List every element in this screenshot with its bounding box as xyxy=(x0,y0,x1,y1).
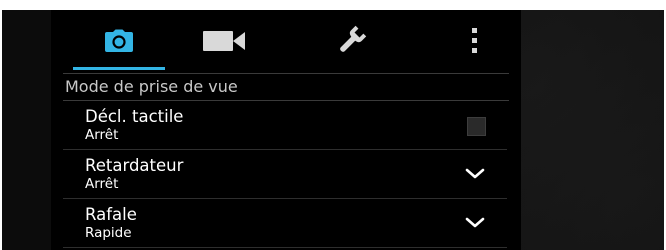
camera-settings-panel: Mode de prise de vue Décl. tactile Arrêt… xyxy=(51,10,521,250)
setting-value: Arrêt xyxy=(85,127,119,143)
setting-row-burst[interactable]: Rafale Rapide xyxy=(63,199,507,248)
chevron-down-icon[interactable] xyxy=(463,164,487,184)
tab-photo[interactable] xyxy=(77,10,161,72)
section-header: Mode de prise de vue xyxy=(63,73,509,101)
setting-title: Retardateur xyxy=(85,156,184,175)
video-camera-icon xyxy=(203,31,245,51)
touch-shutter-checkbox[interactable] xyxy=(467,117,486,136)
setting-row-self-timer[interactable]: Retardateur Arrêt xyxy=(63,150,507,199)
tab-video[interactable] xyxy=(182,10,266,72)
settings-tab-bar xyxy=(51,10,521,72)
setting-title: Décl. tactile xyxy=(85,107,184,126)
setting-title: Rafale xyxy=(85,205,137,224)
setting-value: Rapide xyxy=(85,225,132,241)
active-tab-indicator xyxy=(73,67,165,70)
camera-viewfinder-background: Mode de prise de vue Décl. tactile Arrêt… xyxy=(2,10,664,250)
chevron-down-icon[interactable] xyxy=(463,213,487,233)
setting-row-touch-shutter[interactable]: Décl. tactile Arrêt xyxy=(63,101,507,150)
camera-icon xyxy=(105,29,133,52)
setting-value: Arrêt xyxy=(85,176,119,192)
tab-settings[interactable] xyxy=(309,10,393,72)
wrench-icon xyxy=(340,25,367,52)
tab-more[interactable] xyxy=(433,10,517,72)
more-vert-icon xyxy=(472,28,477,53)
